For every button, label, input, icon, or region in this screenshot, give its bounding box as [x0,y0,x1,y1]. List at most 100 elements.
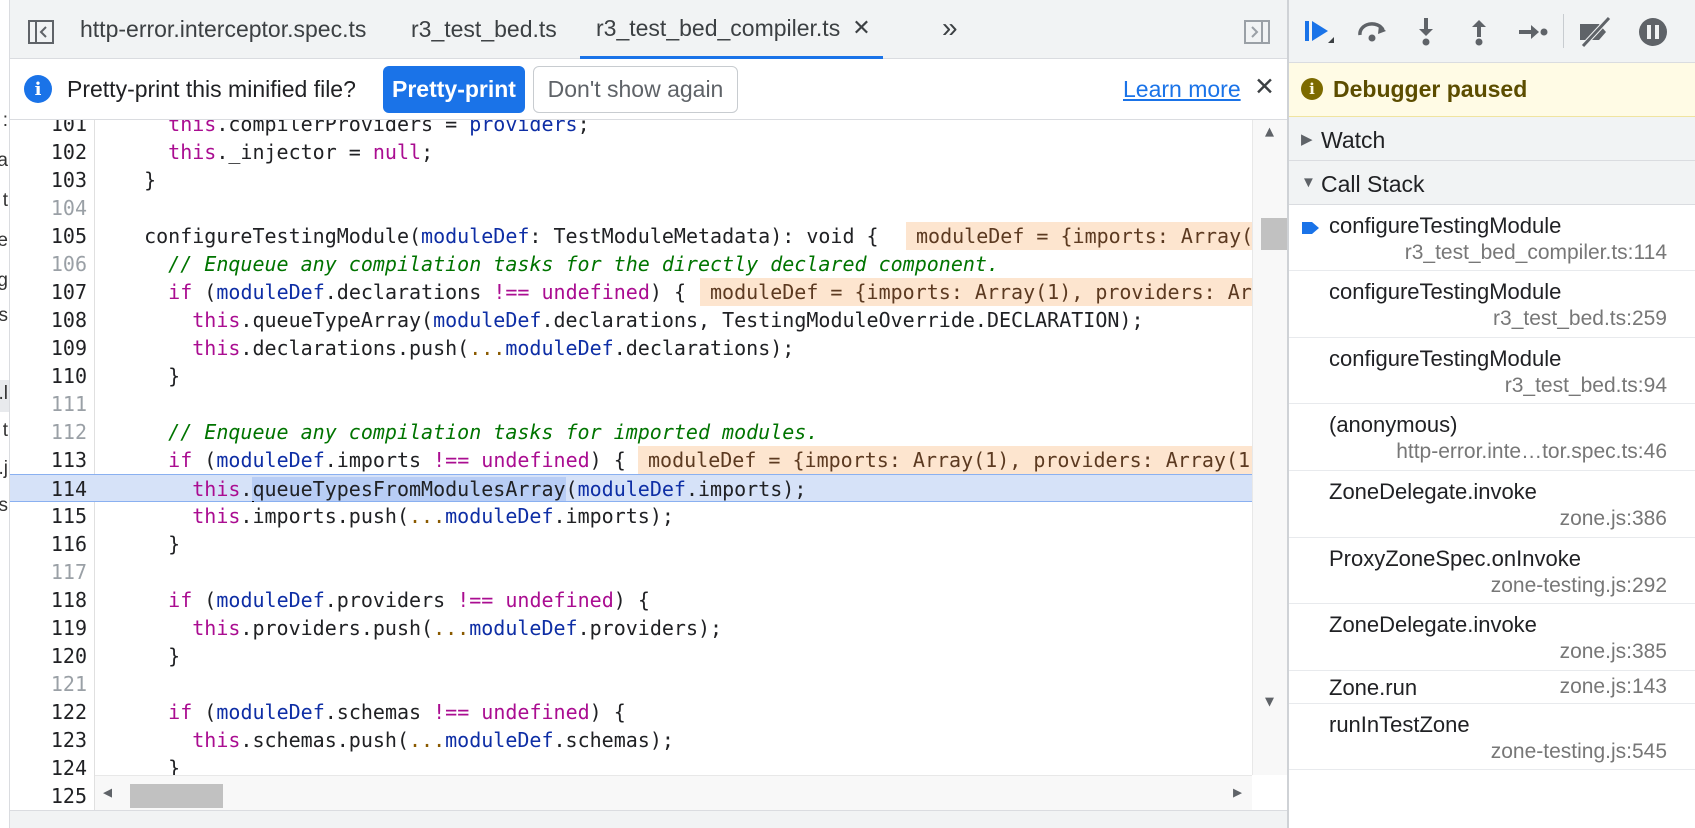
line-number[interactable]: 115 [10,502,87,530]
code-line[interactable]: 104 [10,194,1252,222]
learn-more-link[interactable]: Learn more [1123,76,1241,103]
close-tab-icon[interactable]: ✕ [852,15,870,41]
watch-section-header[interactable]: ▶ Watch [1289,117,1695,161]
code-line[interactable]: 120 } [10,642,1252,670]
call-frame[interactable]: configureTestingModule r3_test_bed.ts:94 [1289,338,1695,404]
line-number[interactable]: 119 [10,614,87,642]
line-number[interactable]: 122 [10,698,87,726]
step-out-button[interactable] [1461,14,1497,50]
code-line[interactable]: 119 this.providers.push(...moduleDef.pro… [10,614,1252,642]
code-line[interactable]: 113 if (moduleDef.imports !== undefined)… [10,446,1252,474]
file-tree-fragment[interactable]: t [3,420,8,442]
step-button[interactable] [1515,14,1551,50]
line-number[interactable]: 109 [10,334,87,362]
code-line[interactable]: 118 if (moduleDef.providers !== undefine… [10,586,1252,614]
code-line[interactable]: 108 this.queueTypeArray(moduleDef.declar… [10,306,1252,334]
file-tree-fragment[interactable]: .j [0,458,8,480]
call-frame[interactable]: configureTestingModule r3_test_bed.ts:259 [1289,271,1695,338]
call-frame[interactable]: Zone.run zone.js:143 [1289,671,1695,704]
line-number[interactable]: 101 [10,120,87,138]
call-frame[interactable]: ProxyZoneSpec.onInvoke zone-testing.js:29… [1289,538,1695,604]
file-tree-fragment[interactable]: : [3,110,8,132]
horizontal-scroll-thumb[interactable] [130,784,223,808]
code-line[interactable]: 102 this._injector = null; [10,138,1252,166]
code-line[interactable]: 111 [10,390,1252,418]
toggle-navigator-button[interactable] [26,17,56,47]
code-line[interactable]: 103 } [10,166,1252,194]
scroll-up-icon[interactable]: ▲ [1265,122,1274,140]
call-frame[interactable]: ZoneDelegate.invoke zone.js:386 [1289,471,1695,538]
frame-location-link[interactable]: zone.js:385 [1560,640,1667,664]
line-number[interactable]: 123 [10,726,87,754]
file-tree-fragment[interactable]: t [3,190,8,212]
file-tree-fragment[interactable]: a [0,150,8,172]
line-number[interactable]: 113 [10,446,87,474]
line-number[interactable]: 125 [10,782,87,810]
frame-location-link[interactable]: zone-testing.js:545 [1491,740,1667,764]
toggle-debugger-button[interactable] [1242,17,1272,47]
frame-location-link[interactable]: zone-testing.js:292 [1491,574,1667,598]
resume-button[interactable] [1301,14,1337,50]
code-line[interactable]: 109 this.declarations.push(...moduleDef.… [10,334,1252,362]
frame-location-link[interactable]: zone.js:143 [1560,675,1667,699]
code-line[interactable]: 121 [10,670,1252,698]
code-line[interactable]: 112 // Enqueue any compilation tasks for… [10,418,1252,446]
code-line[interactable]: 122 if (moduleDef.schemas !== undefined)… [10,698,1252,726]
tab-r3-test-bed[interactable]: r3_test_bed.ts [411,0,557,59]
line-number[interactable]: 105 [10,222,87,250]
deactivate-breakpoints-button[interactable] [1577,14,1613,50]
code-line[interactable]: 117 [10,558,1252,586]
call-frame[interactable]: (anonymous) http-error.inte…tor.spec.ts:4… [1289,404,1695,471]
call-frame[interactable]: ZoneDelegate.invoke zone.js:385 [1289,604,1695,671]
line-number[interactable]: 103 [10,166,87,194]
call-frame[interactable]: runInTestZone zone-testing.js:545 [1289,704,1695,770]
step-over-button[interactable] [1354,14,1390,50]
code-line[interactable]: 116 } [10,530,1252,558]
step-into-button[interactable] [1408,14,1444,50]
line-number[interactable]: 107 [10,278,87,306]
scroll-right-icon[interactable]: ▶ [1233,783,1242,801]
vertical-scrollbar[interactable]: ▲ ▼ [1252,120,1287,775]
scroll-left-icon[interactable]: ◀ [103,783,112,801]
file-tree-fragment[interactable]: .l [0,383,8,405]
file-tree-fragment[interactable]: g [0,270,8,292]
line-number[interactable]: 110 [10,362,87,390]
vertical-scroll-thumb[interactable] [1261,218,1287,250]
line-number[interactable]: 108 [10,306,87,334]
code-line[interactable]: 101 this.compilerProviders = providers; [10,120,1252,138]
line-number[interactable]: 106 [10,250,87,278]
frame-location-link[interactable]: zone.js:386 [1560,507,1667,531]
pause-on-exceptions-button[interactable] [1635,14,1671,50]
code-line[interactable]: 110 } [10,362,1252,390]
code-line[interactable]: 123 this.schemas.push(...moduleDef.schem… [10,726,1252,754]
code-line[interactable]: 115 this.imports.push(...moduleDef.impor… [10,502,1252,530]
code-editor[interactable]: 101 this.compilerProviders = providers; 1… [10,120,1287,810]
horizontal-scrollbar[interactable]: ◀ ▶ [95,775,1252,810]
line-number[interactable]: 120 [10,642,87,670]
file-tree-fragment[interactable]: e [0,230,8,252]
line-number[interactable]: 104 [10,194,87,222]
code-line[interactable]: 105 configureTestingModule(moduleDef: Te… [10,222,1252,250]
frame-location-link[interactable]: r3_test_bed.ts:259 [1493,307,1667,331]
more-tabs-icon[interactable]: » [942,12,958,44]
frame-location-link[interactable]: r3_test_bed_compiler.ts:114 [1405,241,1667,265]
line-number[interactable]: 112 [10,418,87,446]
code-line[interactable]: 106 // Enqueue any compilation tasks for… [10,250,1252,278]
current-execution-line[interactable]: 114 this.queueTypesFromModulesArray(modu… [10,474,1252,502]
line-number[interactable]: 121 [10,670,87,698]
pretty-print-button[interactable]: Pretty-print [383,66,525,113]
line-number[interactable]: 114 [10,475,87,503]
line-number[interactable]: 117 [10,558,87,586]
scroll-down-icon[interactable]: ▼ [1265,692,1274,710]
tab-http-error-interceptor-spec[interactable]: http-error.interceptor.spec.ts [80,0,366,59]
close-infobar-icon[interactable]: ✕ [1254,72,1275,102]
file-tree-fragment[interactable]: s [0,305,8,327]
tab-r3-test-bed-compiler[interactable]: r3_test_bed_compiler.ts ✕ [580,0,883,59]
call-frame-current[interactable]: configureTestingModule r3_test_bed_compil… [1289,205,1695,271]
line-number[interactable]: 102 [10,138,87,166]
code-line[interactable]: 107 if (moduleDef.declarations !== undef… [10,278,1252,306]
file-tree-fragment[interactable]: s [0,495,8,517]
frame-location-link[interactable]: http-error.inte…tor.spec.ts:46 [1396,440,1667,464]
dont-show-again-button[interactable]: Don't show again [533,66,738,113]
line-number[interactable]: 124 [10,754,87,782]
